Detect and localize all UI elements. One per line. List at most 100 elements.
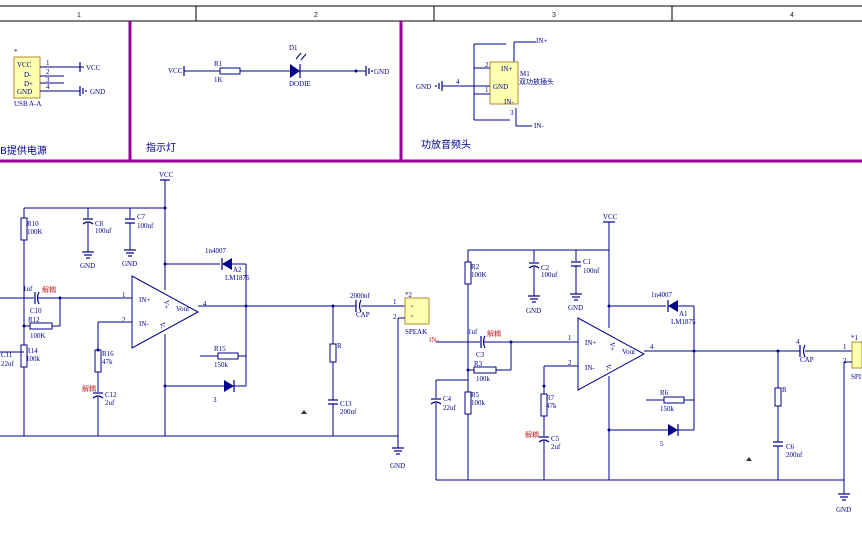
right-r6-value: 150k xyxy=(660,405,675,413)
right-c1-value: 100nf xyxy=(583,267,600,275)
left-cin-value: 1uf xyxy=(23,285,33,293)
right-r3-value: 100k xyxy=(476,375,491,383)
led-r-name: R1 xyxy=(214,60,223,68)
left-ground-icon-1 xyxy=(82,251,94,259)
right-r5-name: R5 xyxy=(471,391,480,399)
right-r5-value: 100k xyxy=(471,399,486,407)
right-decouple-label-1: 解耦 xyxy=(487,329,501,338)
right-gnd-out: GND xyxy=(836,506,851,514)
jack-pin-3: 3 xyxy=(510,109,514,117)
left-gnd-2: GND xyxy=(122,260,137,268)
left-c8-value: 100uf xyxy=(95,227,112,235)
left-r15-name: R15 xyxy=(214,345,226,353)
left-r14-name: R14 xyxy=(26,347,38,355)
right-ground-icon-1 xyxy=(528,295,540,303)
led-gnd-net: GND xyxy=(374,68,389,76)
left-r10-name: R10 xyxy=(27,220,39,228)
schematic-sheet: 1 2 3 4 B提供电源 指示灯 功放音频头 * VCC D- D+ GND … xyxy=(0,0,862,514)
left-cout-value: 2000nf xyxy=(350,292,371,300)
led-ground-icon xyxy=(365,66,373,76)
right-diode-top-value: 1n4007 xyxy=(651,291,673,299)
left-ground-icon-out xyxy=(392,447,404,455)
usb-pin-gnd: GND xyxy=(17,88,32,96)
left-diode-bottom-num: 3 xyxy=(213,396,217,404)
usb-gnd-net: GND xyxy=(90,88,105,96)
left-u-name: A2 xyxy=(233,266,242,274)
usb-designator: * xyxy=(14,48,18,56)
left-r-out-icon xyxy=(329,343,337,363)
right-spk-pin1: 1 xyxy=(843,343,847,351)
zone-col-1: 1 xyxy=(77,12,81,19)
usb-pin-num-4: 4 xyxy=(46,83,50,91)
left-c13-value: 200nf xyxy=(340,408,357,416)
right-opamp-vout: Vout xyxy=(622,348,635,356)
jack-in-plus: IN+ xyxy=(501,65,512,73)
left-ground-icon-2 xyxy=(124,249,136,257)
warning-marker-icon xyxy=(746,457,752,461)
led-r-value: 1K xyxy=(214,76,223,84)
left-speaker-connector xyxy=(404,297,430,325)
right-c6-value: 200nf xyxy=(786,451,803,459)
left-gnd-1: GND xyxy=(80,262,95,270)
right-spk-value: SPI xyxy=(851,373,862,381)
left-opamp-vout: Vout xyxy=(176,305,189,313)
right-diode-bottom-icon xyxy=(668,424,678,436)
right-r2-name: R2 xyxy=(471,263,480,271)
jack-pin-4: 4 xyxy=(456,78,460,86)
led-vcc-net: VCC xyxy=(168,67,183,75)
left-opamp-vminus: V- xyxy=(158,322,166,329)
right-decouple-label-2: 解耦 xyxy=(525,430,539,439)
section-title-audio-jack: 功放音频头 xyxy=(421,138,471,151)
left-diode-top-icon xyxy=(222,258,232,270)
section-title-usb-power: B提供电源 xyxy=(0,144,47,157)
right-r-out-name: R xyxy=(782,386,787,394)
led-indicator: VCC R1 1K D1 DODIE GND xyxy=(168,44,389,88)
right-r7-name: R7 xyxy=(546,394,555,402)
right-ground-icon-2 xyxy=(570,293,582,301)
right-u-value: LM1875 xyxy=(671,318,696,326)
left-r16-resistor-icon xyxy=(94,349,102,373)
led-d-name: D1 xyxy=(289,44,298,52)
left-c10-name: C10 xyxy=(30,307,42,315)
right-r2-value: 100K xyxy=(471,271,487,279)
usb-pin-dminus: D- xyxy=(24,71,32,79)
right-c4-value: 22uf xyxy=(443,404,457,412)
left-cout-name: CAP xyxy=(356,311,370,319)
warning-marker-icon xyxy=(301,410,307,414)
usb-pin-num-1: 1 xyxy=(46,59,50,67)
right-cin-value: 1uf xyxy=(468,328,478,336)
right-r7-value: 47k xyxy=(546,402,557,410)
left-r12-value: 100K xyxy=(30,332,46,340)
jack-pin-2: 2 xyxy=(485,61,489,69)
left-decouple-label-2: 解耦 xyxy=(82,384,96,393)
left-pin-2: 2 xyxy=(122,316,126,324)
left-opamp-inplus: IN+ xyxy=(139,296,150,304)
left-vcc-net: VCC xyxy=(159,171,174,179)
left-r12-name: R12 xyxy=(28,316,40,324)
resistor-icon xyxy=(219,67,241,75)
right-cout-pin: 4 xyxy=(796,338,800,346)
left-r16-value: 47k xyxy=(102,358,113,366)
right-spk-name: *1 xyxy=(851,334,859,342)
right-r6-name: R6 xyxy=(660,389,669,397)
zone-col-2: 2 xyxy=(314,12,318,19)
left-spk-value: SPEAK xyxy=(405,328,427,336)
jack-in-minus: IN- xyxy=(504,98,514,106)
right-vcc-net: VCC xyxy=(603,213,618,221)
right-opamp-inminus: IN- xyxy=(585,364,595,372)
left-c12-value: 2uf xyxy=(105,399,115,407)
jack-net-plus: IN+ xyxy=(536,37,547,45)
right-u-name: A1 xyxy=(679,310,688,318)
usb-pin-vcc: VCC xyxy=(17,61,32,69)
jack-name: M1 xyxy=(520,70,530,78)
left-r16-name: R16 xyxy=(102,350,114,358)
jack-net-minus: IN- xyxy=(534,122,544,130)
right-diode-top-icon xyxy=(668,300,678,312)
right-in-net: IN- xyxy=(429,336,439,344)
usb-pin-dplus: D+ xyxy=(24,80,33,88)
right-r6-resistor-icon xyxy=(663,396,685,404)
right-c3-name: C3 xyxy=(476,351,485,359)
right-amplifier: VCC R2 100K C2 100uf GND C1 100nf GND IN… xyxy=(429,213,862,514)
zone-header: 1 2 3 4 xyxy=(0,0,862,22)
zone-col-3: 3 xyxy=(552,12,556,19)
